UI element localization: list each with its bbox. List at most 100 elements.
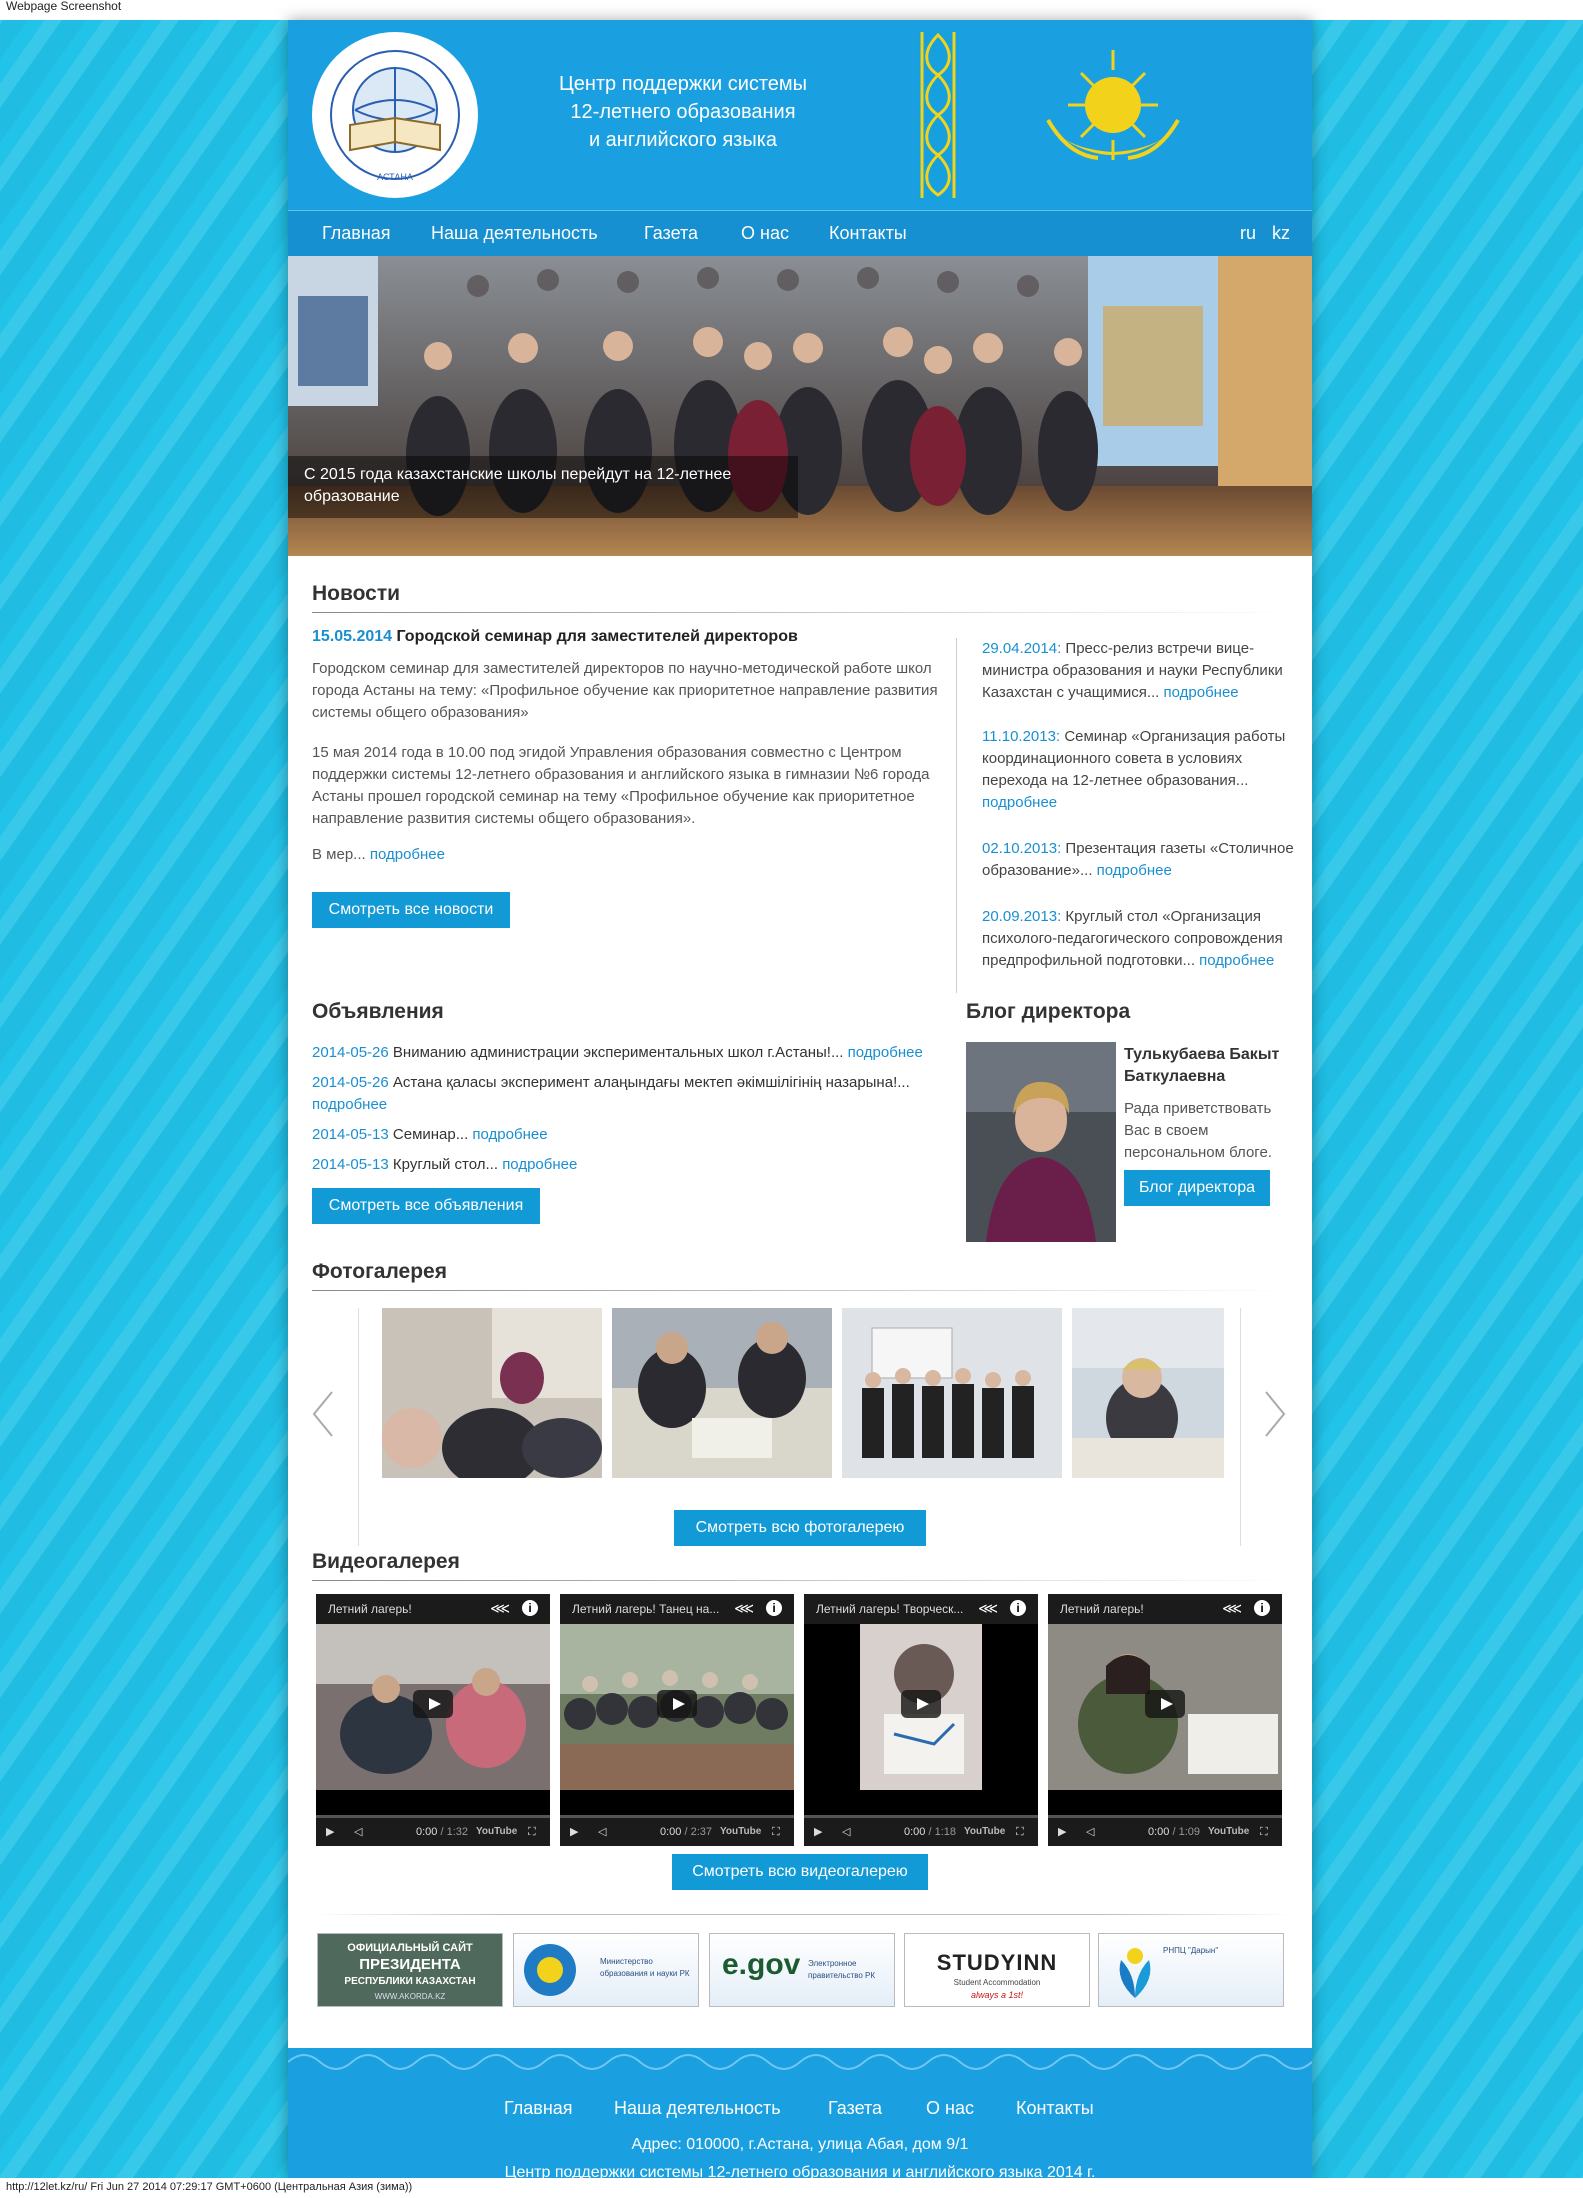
ads-item[interactable]: 2014-05-26 Астана қаласы эксперимент ала… <box>312 1072 952 1116</box>
play-button[interactable] <box>657 1690 697 1718</box>
gallery-frame-right <box>1240 1308 1241 1546</box>
share-icon[interactable]: ⋘ <box>490 1600 510 1617</box>
daryn-banner[interactable]: РНПЦ "Дарын" <box>1098 1933 1284 2007</box>
ads-more-link[interactable]: подробнее <box>502 1156 577 1173</box>
video-player[interactable]: Летний лагерь! Творческ... ⋘ i ▶ ◁ 0:00 … <box>804 1594 1038 1846</box>
play-icon[interactable]: ▶ <box>1058 1818 1066 1846</box>
news-side-item[interactable]: 11.10.2013: Семинар «Организация работы … <box>966 726 1296 814</box>
fullscreen-icon[interactable]: ⛶ <box>1260 1818 1268 1846</box>
ads-more-link[interactable]: подробнее <box>472 1126 547 1143</box>
gallery-photo[interactable] <box>842 1308 1062 1478</box>
play-icon[interactable]: ▶ <box>326 1818 334 1846</box>
footer-nav-contacts[interactable]: Контакты <box>1016 2098 1094 2119</box>
ornament-border-icon <box>288 2048 1312 2076</box>
play-button[interactable] <box>901 1690 941 1718</box>
share-icon[interactable]: ⋘ <box>978 1600 998 1617</box>
video-thumbnail <box>804 1624 1038 1790</box>
director-blog-button[interactable]: Блог директора <box>1124 1170 1270 1206</box>
video-title[interactable]: Летний лагерь! Творческ... <box>804 1594 1038 1624</box>
footer-nav-about[interactable]: О нас <box>926 2098 974 2119</box>
news-main-title[interactable]: Городской семинар для заместителей дирек… <box>397 628 798 645</box>
news-side-more-link[interactable]: подробнее <box>1199 952 1274 969</box>
news-side-date: 20.09.2013: <box>982 908 1062 925</box>
hero-caption[interactable]: С 2015 года казахстанские школы перейдут… <box>288 456 798 518</box>
chevron-left-icon[interactable] <box>310 1388 336 1440</box>
video-duration: / 2:37 <box>684 1826 713 1838</box>
info-icon[interactable]: i <box>522 1600 538 1616</box>
director-greeting: Рада приветствовать Вас в своем персонал… <box>1124 1100 1272 1161</box>
volume-icon[interactable]: ◁ <box>1086 1818 1094 1846</box>
play-icon[interactable]: ▶ <box>570 1818 578 1846</box>
all-photos-button[interactable]: Смотреть всю фотогалерею <box>674 1510 926 1546</box>
nav-home[interactable]: Главная <box>322 223 391 244</box>
share-icon[interactable]: ⋘ <box>734 1600 754 1617</box>
info-icon[interactable]: i <box>1254 1600 1270 1616</box>
news-main-more-link[interactable]: подробнее <box>370 846 445 863</box>
video-title[interactable]: Летний лагерь! <box>1048 1594 1282 1624</box>
gallery-photo[interactable] <box>382 1308 602 1478</box>
news-side-item[interactable]: 02.10.2013: Презентация газеты «Столично… <box>966 838 1296 882</box>
all-ads-button[interactable]: Смотреть все объявления <box>312 1188 540 1224</box>
video-title[interactable]: Летний лагерь! Танец на... <box>560 1594 794 1624</box>
news-side-more-link[interactable]: подробнее <box>982 794 1057 811</box>
studyinn-banner[interactable]: STUDYINN Student Accommodation always a … <box>904 1933 1090 2007</box>
chevron-right-icon[interactable] <box>1262 1388 1288 1440</box>
ministry-banner[interactable]: Министерство образования и науки РК <box>513 1933 699 2007</box>
volume-icon[interactable]: ◁ <box>842 1818 850 1846</box>
ads-item[interactable]: 2014-05-26 Вниманию администрации экспер… <box>312 1042 952 1064</box>
ads-item[interactable]: 2014-05-13 Семинар... подробнее <box>312 1124 952 1146</box>
all-news-button[interactable]: Смотреть все новости <box>312 892 510 928</box>
fullscreen-icon[interactable]: ⛶ <box>528 1818 536 1846</box>
blog-section-title: Блог директора <box>966 1000 1131 1023</box>
footer-nav-newspaper[interactable]: Газета <box>828 2098 882 2119</box>
volume-icon[interactable]: ◁ <box>598 1818 606 1846</box>
video-controls: ▶ ◁ 0:00 / 1:18 YouTube ⛶ <box>804 1818 1038 1846</box>
youtube-logo[interactable]: YouTube <box>964 1818 1005 1846</box>
news-side-more-link[interactable]: подробнее <box>1097 862 1172 879</box>
share-icon[interactable]: ⋘ <box>1222 1600 1242 1617</box>
lang-ru-link[interactable]: ru <box>1240 223 1256 244</box>
egov-banner[interactable]: e.gov Электронное правительство РК <box>709 1933 895 2007</box>
youtube-logo[interactable]: YouTube <box>476 1818 517 1846</box>
banner-text: Student Accommodation <box>953 1978 1041 1987</box>
info-icon[interactable]: i <box>766 1600 782 1616</box>
book-globe-logo-icon[interactable]: АСТАНА <box>310 30 480 200</box>
nav-activity[interactable]: Наша деятельность <box>431 223 598 244</box>
nav-contacts[interactable]: Контакты <box>829 223 907 244</box>
fullscreen-icon[interactable]: ⛶ <box>1016 1818 1024 1846</box>
news-side-divider <box>956 638 957 993</box>
news-side-item[interactable]: 29.04.2014: Пресс-релиз встречи вице-мин… <box>966 638 1296 704</box>
news-side-more-link[interactable]: подробнее <box>1164 684 1239 701</box>
play-icon[interactable]: ▶ <box>814 1818 822 1846</box>
youtube-logo[interactable]: YouTube <box>1208 1818 1249 1846</box>
gallery-photo[interactable] <box>612 1308 832 1478</box>
video-time: 0:00 / 1:18 <box>904 1818 956 1846</box>
video-player[interactable]: Летний лагерь! ⋘ i ▶ ◁ 0:00 / 1:09 YouTu… <box>1048 1594 1282 1846</box>
news-main-headline[interactable]: 15.05.2014 Городской семинар для замести… <box>312 626 942 648</box>
gallery-photo[interactable] <box>1072 1308 1224 1478</box>
fullscreen-icon[interactable]: ⛶ <box>772 1818 780 1846</box>
video-player[interactable]: Летний лагерь! ⋘ i ▶ ◁ 0:00 / 1:32 YouTu… <box>316 1594 550 1846</box>
news-main-excerpt: В мер... подробнее <box>312 844 942 866</box>
lang-kz-link[interactable]: kz <box>1272 223 1290 244</box>
ads-more-link[interactable]: подробнее <box>848 1044 923 1061</box>
ads-item[interactable]: 2014-05-13 Круглый стол... подробнее <box>312 1154 952 1176</box>
play-button[interactable] <box>1145 1690 1185 1718</box>
president-site-banner[interactable]: ОФИЦИАЛЬНЫЙ САЙТ ПРЕЗИДЕНТА РЕСПУБЛИКИ К… <box>317 1933 503 2007</box>
video-title[interactable]: Летний лагерь! <box>316 1594 550 1624</box>
hero-slider[interactable]: С 2015 года казахстанские школы перейдут… <box>288 256 1312 556</box>
play-button[interactable] <box>413 1690 453 1718</box>
youtube-logo[interactable]: YouTube <box>720 1818 761 1846</box>
all-videos-button[interactable]: Смотреть всю видеогалерею <box>672 1854 928 1890</box>
director-photo <box>966 1042 1116 1242</box>
news-side-item[interactable]: 20.09.2013: Круглый стол «Организация пс… <box>966 906 1296 972</box>
ads-more-link[interactable]: подробнее <box>312 1096 387 1113</box>
info-icon[interactable]: i <box>1010 1600 1026 1616</box>
footer-nav-activity[interactable]: Наша деятельность <box>614 2098 781 2119</box>
footer-nav-home[interactable]: Главная <box>504 2098 573 2119</box>
volume-icon[interactable]: ◁ <box>354 1818 362 1846</box>
video-controls: ▶ ◁ 0:00 / 2:37 YouTube ⛶ <box>560 1818 794 1846</box>
video-player[interactable]: Летний лагерь! Танец на... ⋘ i ▶ ◁ 0:00 … <box>560 1594 794 1846</box>
nav-newspaper[interactable]: Газета <box>644 223 698 244</box>
nav-about[interactable]: О нас <box>741 223 789 244</box>
